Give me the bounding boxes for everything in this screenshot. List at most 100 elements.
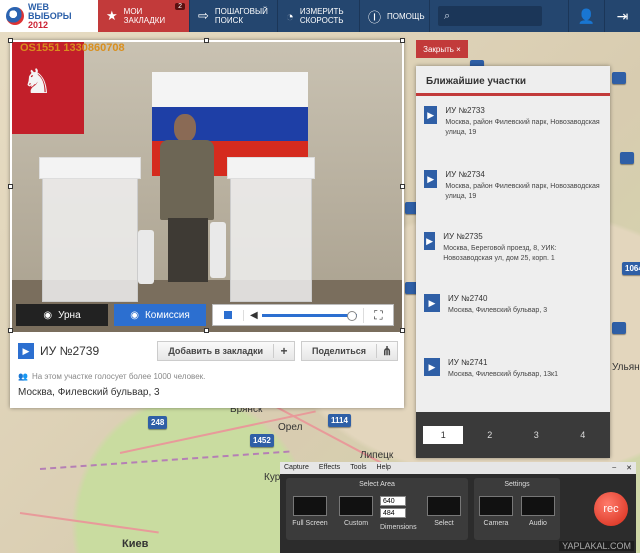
map-marker[interactable] <box>612 322 626 334</box>
page-2-button[interactable]: 2 <box>470 426 510 444</box>
dimensions-label: Dimensions <box>380 524 417 531</box>
selection-handle[interactable] <box>400 184 405 189</box>
audio-option[interactable]: Audio <box>518 496 558 527</box>
search-input[interactable] <box>450 10 531 22</box>
custom-option[interactable]: Custom <box>336 496 376 527</box>
share-button[interactable]: Поделиться ⋔ <box>300 341 398 361</box>
selection-handle[interactable] <box>8 38 13 43</box>
selection-handle[interactable] <box>400 38 405 43</box>
nav-bookmarks[interactable]: ★ Мои закладки 2 <box>98 0 190 32</box>
map-marker[interactable]: 1064 <box>622 262 640 275</box>
volume-control[interactable]: ◀ <box>243 309 363 321</box>
map-road <box>19 512 159 534</box>
select-area-group: Select Area Full Screen Custom Dimension… <box>286 478 468 540</box>
fullscreen-thumb-icon <box>293 496 327 516</box>
map-marker[interactable]: 248 <box>148 416 168 429</box>
nearby-item-address: Москва, Береговой проезд, 8, УИК: Новоза… <box>443 245 557 262</box>
tab-commission[interactable]: ◉ Комиссия <box>114 304 206 326</box>
bag <box>210 222 226 278</box>
user-icon[interactable]: 👤 <box>568 0 604 32</box>
selection-handle[interactable] <box>8 184 13 189</box>
bag <box>138 230 154 284</box>
selection-handle[interactable] <box>400 328 405 333</box>
page-1-button[interactable]: 1 <box>423 426 464 444</box>
page-4-button[interactable]: 4 <box>563 426 603 444</box>
camera-option[interactable]: Camera <box>476 496 516 527</box>
logo-year: 2012 <box>28 19 49 30</box>
menu-effects[interactable]: Effects <box>319 464 340 472</box>
map-marker[interactable] <box>620 152 634 164</box>
record-button[interactable]: rec <box>594 492 628 526</box>
map-marker[interactable]: 1452 <box>250 434 274 447</box>
stop-icon <box>224 311 232 319</box>
logo[interactable]: WEB ВЫБОРЫ 2012 <box>0 0 98 32</box>
plus-icon: + <box>272 344 294 358</box>
nearby-item-number: ИУ №2740 <box>448 294 488 303</box>
height-input[interactable] <box>380 508 406 518</box>
settings-group: Settings Camera Audio <box>474 478 560 540</box>
help-icon: ⓘ <box>368 9 382 25</box>
minimize-icon[interactable]: – <box>612 464 616 472</box>
nearby-stations-panel: Ближайшие участки ▶ ИУ №2733 Москва, рай… <box>416 66 610 458</box>
fullscreen-button[interactable]: ⛶ <box>363 307 393 323</box>
camera-video[interactable]: OS1551 1330860708 <box>12 42 402 332</box>
tab-ballot-box-label: Урна <box>58 309 81 321</box>
camera-icon: ◉ <box>130 309 139 321</box>
menu-help[interactable]: Help <box>377 464 391 472</box>
nearby-item[interactable]: ▶ ИУ №2734 Москва, район Филевский парк,… <box>416 170 610 202</box>
selection-handle[interactable] <box>204 38 209 43</box>
webcam-icon <box>479 496 513 516</box>
tab-ballot-box[interactable]: ◉ Урна <box>16 304 108 326</box>
station-camera-icon: ▶ <box>18 343 34 359</box>
nearby-item[interactable]: ▶ ИУ №2740 Москва, Филевский бульвар, 3 <box>416 294 610 316</box>
selection-handle[interactable] <box>204 328 209 333</box>
nav-speed-test[interactable]: ◔ Измерить скорость <box>278 0 360 32</box>
custom-thumb-icon <box>339 496 373 516</box>
pagination: 1 2 3 4 <box>416 412 610 458</box>
player-controls: ◀ ⛶ <box>212 304 394 326</box>
fullscreen-option[interactable]: Full Screen <box>290 496 330 527</box>
dimensions-fields: Dimensions <box>380 496 417 532</box>
nearby-item[interactable]: ▶ ИУ №2733 Москва, район Филевский парк,… <box>416 106 610 138</box>
close-icon[interactable]: ✕ <box>626 464 632 472</box>
nearby-item-number: ИУ №2733 <box>445 106 485 115</box>
stop-button[interactable] <box>213 311 243 319</box>
nearby-item-address: Москва, район Филевский парк, Новозаводс… <box>445 183 600 200</box>
logout-icon[interactable]: ⇥ <box>604 0 640 32</box>
camera-pin-icon: ▶ <box>424 170 438 188</box>
speedometer-icon: ◔ <box>286 8 294 24</box>
nearby-item[interactable]: ▶ ИУ №2741 Москва, Филевский бульвар, 13… <box>416 358 610 380</box>
observer-person <box>160 114 214 284</box>
watermark: YAPLAKAL.COM <box>559 541 634 551</box>
select-thumb-icon <box>427 496 461 516</box>
map-marker[interactable]: 1114 <box>328 414 351 427</box>
select-option[interactable]: Select <box>424 496 464 527</box>
nav-speed-test-label: Измерить скорость <box>299 7 344 25</box>
nav-help[interactable]: ⓘ Помощь <box>360 0 430 32</box>
logo-mark-icon <box>6 7 24 25</box>
map-marker[interactable] <box>612 72 626 84</box>
camera-pin-icon: ▶ <box>424 294 440 312</box>
menu-tools[interactable]: Tools <box>350 464 366 472</box>
settings-title: Settings <box>504 481 530 488</box>
selection-handle[interactable] <box>8 328 13 333</box>
add-bookmark-label: Добавить в закладки <box>168 346 263 356</box>
nearby-item-address: Москва, Филевский бульвар, 13к1 <box>448 371 558 378</box>
menu-capture[interactable]: Capture <box>284 464 309 472</box>
recorder-menu-bar: Capture Effects Tools Help – ✕ <box>280 462 636 474</box>
search-box[interactable]: ⌕ <box>438 6 542 26</box>
audio-option-label: Audio <box>529 520 547 527</box>
nearby-item[interactable]: ▶ ИУ №2735 Москва, Береговой проезд, 8, … <box>416 232 610 264</box>
station-info: ▶ ИУ №2739 Добавить в закладки + Поделит… <box>18 340 398 398</box>
add-bookmark-button[interactable]: Добавить в закладки + <box>157 341 295 361</box>
share-label: Поделиться <box>311 346 366 356</box>
close-button[interactable]: Закрыть × <box>416 40 468 58</box>
share-icon: ⋔ <box>376 344 397 358</box>
nearby-item-number: ИУ №2735 <box>443 232 483 241</box>
width-input[interactable] <box>380 496 406 506</box>
station-note: 👥 На этом участке голосует более 1000 че… <box>18 372 398 381</box>
volume-slider[interactable] <box>261 310 358 321</box>
map-city-orel: Орел <box>278 422 303 433</box>
nav-step-search[interactable]: ⇨ Пошаговый поиск <box>190 0 278 32</box>
page-3-button[interactable]: 3 <box>516 426 556 444</box>
